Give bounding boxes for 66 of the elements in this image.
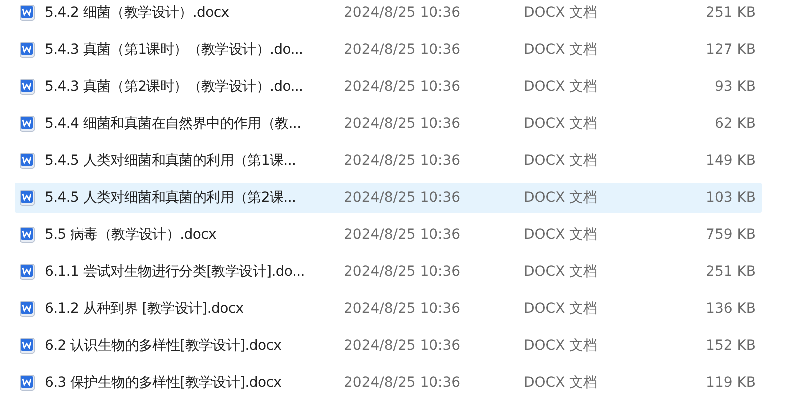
word-document-icon: [20, 79, 35, 95]
word-document-icon: [20, 227, 35, 243]
file-name: 6.3 保护生物的多样性[教学设计].docx: [45, 374, 283, 392]
file-name: 6.1.2 从种到界 [教学设计].docx: [45, 300, 245, 318]
file-type: DOCX 文档: [524, 41, 599, 59]
modified-date: 2024/8/25 10:36: [344, 116, 462, 132]
file-size: 759 KB: [705, 227, 757, 243]
modified-date: 2024/8/25 10:36: [344, 375, 462, 391]
file-type: DOCX 文档: [524, 152, 599, 170]
modified-date: 2024/8/25 10:36: [344, 338, 462, 354]
file-size: 127 KB: [705, 42, 757, 58]
modified-date: 2024/8/25 10:36: [344, 190, 462, 206]
file-row[interactable]: 5.5 病毒（教学设计）.docx 2024/8/25 10:36 DOCX 文档 759 KB: [15, 220, 762, 250]
file-type: DOCX 文档: [524, 374, 599, 392]
file-type: DOCX 文档: [524, 337, 599, 355]
modified-date: 2024/8/25 10:36: [344, 227, 462, 243]
file-row[interactable]: 5.4.5 人类对细菌和真菌的利用（第1课... 2024/8/25 10:36 DOCX 文档 149 KB: [15, 146, 762, 176]
file-size: 251 KB: [705, 5, 757, 21]
word-document-icon: [20, 375, 35, 391]
file-row[interactable]: 6.1.1 尝试对生物进行分类[教学设计].do... 2024/8/25 10:36 DOCX 文档 251 KB: [15, 257, 762, 287]
file-type: DOCX 文档: [524, 263, 599, 281]
file-row[interactable]: 5.4.3 真菌（第2课时）（教学设计）.do... 2024/8/25 10:36 DOCX 文档 93 KB: [15, 72, 762, 102]
file-row[interactable]: 5.4.5 人类对细菌和真菌的利用（第2课... 2024/8/25 10:36 DOCX 文档 103 KB: [15, 183, 762, 213]
file-type: DOCX 文档: [524, 226, 599, 244]
file-name: 5.5 病毒（教学设计）.docx: [45, 226, 218, 244]
file-type: DOCX 文档: [524, 4, 599, 22]
file-size: 251 KB: [705, 264, 757, 280]
modified-date: 2024/8/25 10:36: [344, 153, 462, 169]
file-name: 6.2 认识生物的多样性[教学设计].docx: [45, 337, 283, 355]
file-size: 136 KB: [705, 301, 757, 317]
file-size: 119 KB: [705, 375, 757, 391]
file-name: 5.4.4 细菌和真菌在自然界中的作用（教...: [45, 115, 302, 133]
file-size: 103 KB: [705, 190, 757, 206]
file-row[interactable]: 6.1.2 从种到界 [教学设计].docx 2024/8/25 10:36 DOCX 文档 136 KB: [15, 294, 762, 324]
word-document-icon: [20, 5, 35, 21]
file-size: 62 KB: [714, 116, 757, 132]
file-row[interactable]: 5.4.2 细菌（教学设计）.docx 2024/8/25 10:36 DOCX 文档 251 KB: [15, 0, 762, 28]
word-document-icon: [20, 190, 35, 206]
file-name: 5.4.2 细菌（教学设计）.docx: [45, 4, 230, 22]
modified-date: 2024/8/25 10:36: [344, 301, 462, 317]
file-row[interactable]: 5.4.3 真菌（第1课时）（教学设计）.do... 2024/8/25 10:36 DOCX 文档 127 KB: [15, 35, 762, 65]
file-row[interactable]: 6.2 认识生物的多样性[教学设计].docx 2024/8/25 10:36 DOCX 文档 152 KB: [15, 331, 762, 361]
modified-date: 2024/8/25 10:36: [344, 79, 462, 95]
file-row[interactable]: 5.4.4 细菌和真菌在自然界中的作用（教... 2024/8/25 10:36 DOCX 文档 62 KB: [15, 109, 762, 139]
file-type: DOCX 文档: [524, 189, 599, 207]
file-name: 5.4.3 真菌（第2课时）（教学设计）.do...: [45, 78, 304, 96]
word-document-icon: [20, 338, 35, 354]
word-document-icon: [20, 264, 35, 280]
file-size: 152 KB: [705, 338, 757, 354]
file-size: 93 KB: [714, 79, 757, 95]
file-name: 5.4.3 真菌（第1课时）（教学设计）.do...: [45, 41, 304, 59]
file-name: 5.4.5 人类对细菌和真菌的利用（第2课...: [45, 189, 298, 207]
file-type: DOCX 文档: [524, 115, 599, 133]
modified-date: 2024/8/25 10:36: [344, 42, 462, 58]
word-document-icon: [20, 116, 35, 132]
file-type: DOCX 文档: [524, 78, 599, 96]
word-document-icon: [20, 153, 35, 169]
modified-date: 2024/8/25 10:36: [344, 5, 462, 21]
file-name: 6.1.1 尝试对生物进行分类[教学设计].do...: [45, 263, 306, 281]
file-name: 5.4.5 人类对细菌和真菌的利用（第1课...: [45, 152, 298, 170]
file-row[interactable]: 6.3 保护生物的多样性[教学设计].docx 2024/8/25 10:36 DOCX 文档 119 KB: [15, 368, 762, 398]
modified-date: 2024/8/25 10:36: [344, 264, 462, 280]
word-document-icon: [20, 42, 35, 58]
word-document-icon: [20, 301, 35, 317]
file-type: DOCX 文档: [524, 300, 599, 318]
file-size: 149 KB: [705, 153, 757, 169]
